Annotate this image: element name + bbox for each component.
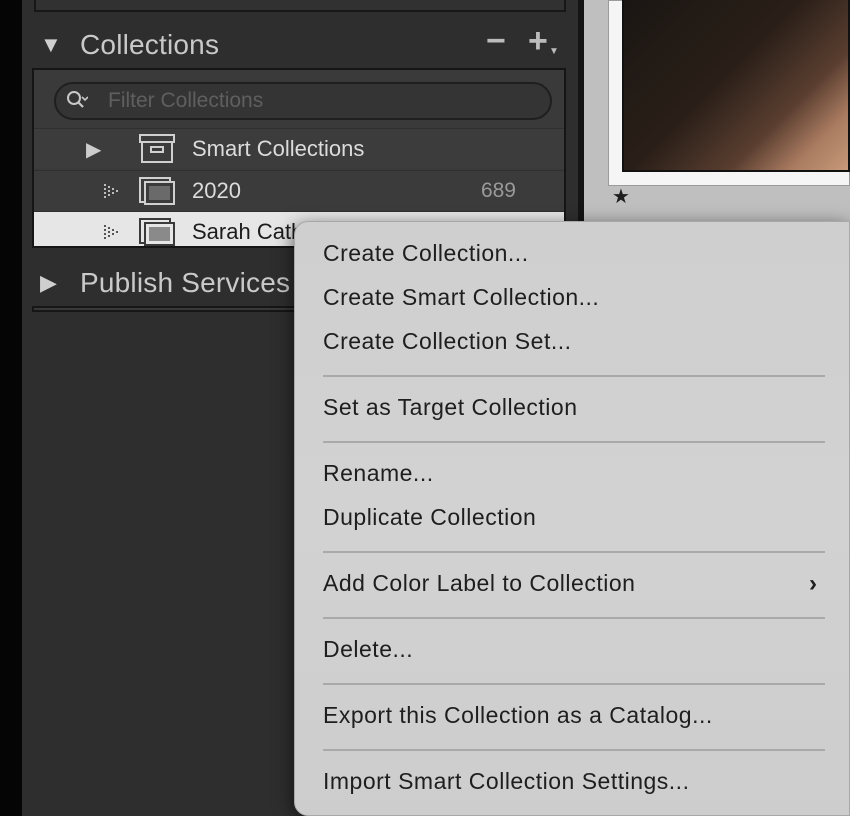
window-left-edge: [0, 0, 22, 816]
collection-row-smart-collections[interactable]: ▶ Smart Collections: [34, 128, 564, 168]
search-icon[interactable]: [66, 90, 88, 112]
add-collection-button[interactable]: +: [528, 22, 548, 61]
collections-title: Collections: [80, 29, 220, 60]
expand-triangle-icon[interactable]: ▶: [40, 270, 57, 296]
menu-item-set-as-target-collection[interactable]: Set as Target Collection: [323, 394, 578, 421]
menu-item-duplicate-collection[interactable]: Duplicate Collection: [323, 504, 536, 531]
menu-separator: [323, 551, 825, 553]
submenu-chevron-icon: ›: [809, 570, 817, 597]
menu-separator: [323, 375, 825, 377]
menu-separator: [323, 441, 825, 443]
menu-item-add-color-label[interactable]: Add Color Label to Collection: [323, 570, 635, 597]
dropdown-caret-icon: ▼: [549, 46, 559, 57]
collection-name: 2020: [192, 178, 241, 203]
collection-row-2020[interactable]: 2020 689: [34, 170, 564, 210]
collection-set-icon: [139, 134, 175, 163]
menu-item-rename[interactable]: Rename...: [323, 460, 434, 487]
publish-services-title: Publish Services: [80, 267, 291, 298]
photo-thumbnail[interactable]: [622, 0, 850, 172]
filter-collections-field[interactable]: [54, 82, 552, 120]
menu-item-create-collection-set[interactable]: Create Collection Set...: [323, 328, 572, 355]
previous-panel-bottom: [34, 0, 566, 12]
collection-count: 689: [480, 179, 516, 202]
menu-item-create-smart-collection[interactable]: Create Smart Collection...: [323, 284, 599, 311]
menu-separator: [323, 749, 825, 751]
menu-separator: [323, 617, 825, 619]
menu-item-import-smart-collection-settings[interactable]: Import Smart Collection Settings...: [323, 768, 689, 795]
collection-name: Smart Collections: [192, 136, 365, 161]
star-rating-icon[interactable]: ★: [612, 184, 630, 209]
collection-name: Sarah Cath: [192, 219, 304, 244]
collections-header[interactable]: ▼ Collections − + ▼: [22, 18, 578, 70]
collapse-triangle-icon[interactable]: ▼: [40, 32, 62, 58]
menu-separator: [323, 683, 825, 685]
collection-icon: [139, 177, 175, 205]
collection-icon: [139, 218, 175, 246]
expand-triangle-icon[interactable]: ▶: [86, 137, 101, 162]
menu-item-delete[interactable]: Delete...: [323, 636, 413, 663]
filter-collections-input[interactable]: [108, 88, 538, 114]
smart-dots-icon: [104, 225, 118, 239]
remove-collection-button[interactable]: −: [486, 22, 506, 61]
collection-context-menu: Create Collection... Create Smart Collec…: [294, 221, 850, 816]
smart-dots-icon: [104, 184, 118, 198]
menu-item-export-as-catalog[interactable]: Export this Collection as a Catalog...: [323, 702, 713, 729]
menu-item-create-collection[interactable]: Create Collection...: [323, 240, 529, 267]
